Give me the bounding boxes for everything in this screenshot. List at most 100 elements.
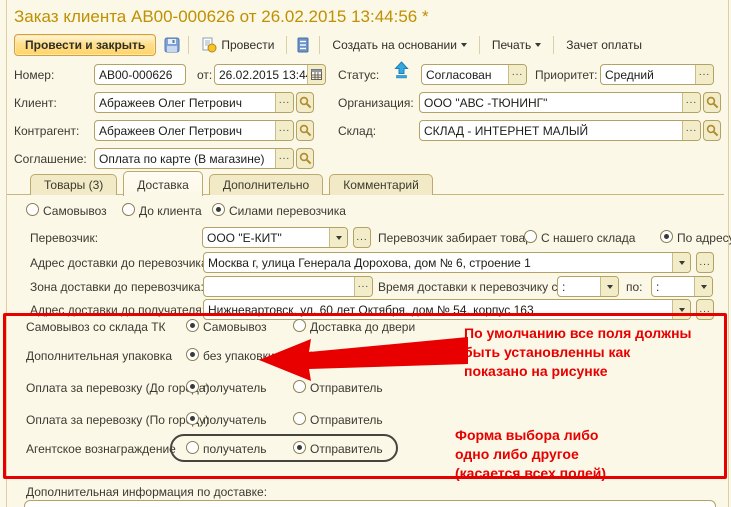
carrier-address-dropdown-button[interactable] [672, 253, 690, 272]
zone-select-button[interactable]: ... [354, 277, 372, 296]
zone-field[interactable]: ... [203, 276, 373, 297]
recipient-address-select-button[interactable]: ... [696, 299, 714, 320]
recipient-address-label: Адрес доставки до получателя: [30, 303, 205, 317]
warehouse-field[interactable]: СКЛАД - ИНТЕРНЕТ МАЛЫЙ ... [419, 120, 701, 141]
payment-offset-button[interactable]: Зачет оплаты [559, 35, 649, 55]
carrier-dropdown-button[interactable] [329, 228, 347, 247]
payment-offset-label: Зачет оплаты [566, 38, 642, 52]
organization-lookup-button[interactable] [703, 92, 721, 113]
print-button[interactable]: Печать [485, 35, 548, 55]
status-change-button[interactable] [394, 61, 409, 82]
agreement-lookup-button[interactable] [296, 148, 314, 169]
radio-tk-pickup-label: Самовывоз [203, 320, 267, 334]
radio-pickup-from-warehouse[interactable] [524, 230, 537, 243]
counterparty-lookup-button[interactable] [296, 120, 314, 141]
carrier-address-field[interactable]: Москва г, улица Генерала Дорохова, дом №… [203, 252, 691, 273]
annotation-note-defaults: По умолчанию все поля должны быть устано… [464, 324, 692, 381]
date-field[interactable]: 26.02.2015 13:44:56 [214, 64, 326, 85]
create-on-basis-button[interactable]: Создать на основании [325, 35, 474, 55]
client-select-button[interactable]: ... [275, 93, 293, 112]
post-and-close-button[interactable]: Провести и закрыть [14, 34, 156, 56]
number-field[interactable]: АВ00-000626 [94, 64, 186, 85]
time-from-dropdown-button[interactable] [600, 277, 618, 296]
organization-select-button[interactable]: ... [682, 93, 700, 112]
tab-additional-label: Дополнительно [223, 178, 309, 192]
counterparty-label: Контрагент: [14, 124, 79, 138]
organization-field[interactable]: ООО "АВС -ТЮНИНГ" ... [419, 92, 701, 113]
chevron-down-icon [336, 236, 342, 240]
save-button[interactable] [161, 35, 183, 55]
chevron-down-icon [679, 308, 685, 312]
radio-to-city-receiver[interactable] [186, 380, 199, 393]
client-field[interactable]: Абражеев Олег Петрович ... [94, 92, 294, 113]
carrier-address-value: Москва г, улица Генерала Дорохова, дом №… [204, 256, 672, 270]
radio-agent-fee-receiver[interactable] [186, 441, 199, 454]
option-packaging-label: Дополнительная упаковка [26, 349, 172, 363]
status-select-button[interactable]: ... [508, 65, 526, 84]
time-from-field[interactable]: : [557, 276, 619, 297]
post-button[interactable]: Провести [194, 34, 281, 56]
agreement-value: Оплата по карте (В магазине) [95, 152, 275, 166]
radio-pickup-by-address-label: По адресу [677, 231, 731, 245]
carrier-address-select-button[interactable]: ... [696, 252, 714, 273]
recipient-address-field[interactable]: Нижневартовск, ул. 60 лет Октября, дом №… [203, 299, 691, 320]
recipient-address-dropdown-button[interactable] [672, 300, 690, 319]
priority-select-button[interactable]: ... [695, 65, 713, 84]
radio-hard-packaging[interactable] [293, 348, 306, 361]
radio-agent-fee-sender[interactable] [293, 441, 306, 454]
counterparty-value: Абражеев Олег Петрович [95, 124, 275, 138]
order-window: Заказ клиента АВ00-000626 от 26.02.2015 … [0, 0, 731, 507]
carrier-select-button[interactable]: ... [353, 227, 371, 248]
radio-to-city-sender-label: Отправитель [310, 381, 383, 395]
warehouse-select-button[interactable]: ... [682, 121, 700, 140]
tab-delivery[interactable]: Доставка [123, 171, 203, 196]
radio-tk-pickup[interactable] [186, 319, 199, 332]
radio-method-to-client[interactable] [122, 203, 135, 216]
form-right-border [728, 0, 729, 507]
tab-comment-label: Комментарий [343, 178, 419, 192]
client-lookup-button[interactable] [296, 92, 314, 113]
status-field[interactable]: Согласован ... [421, 64, 527, 85]
annotation-note-either-or-line2: одно либо другое [455, 445, 606, 464]
radio-no-packaging-label: без упаковки [203, 349, 275, 363]
time-to-label: по: [626, 280, 643, 294]
floppy-icon [164, 37, 180, 53]
priority-field[interactable]: Средний ... [600, 64, 714, 85]
carrier-field[interactable]: ООО "Е-КИТ" [202, 227, 348, 248]
agreement-select-button[interactable]: ... [275, 149, 293, 168]
tab-additional[interactable]: Дополнительно [209, 174, 323, 195]
organization-label: Организация: [338, 96, 414, 110]
form-left-border [6, 0, 7, 507]
tab-comment[interactable]: Комментарий [329, 174, 433, 195]
agreement-label: Соглашение: [14, 152, 87, 166]
agreement-field[interactable]: Оплата по карте (В магазине) ... [94, 148, 294, 169]
radio-method-pickup[interactable] [26, 203, 39, 216]
time-to-dropdown-button[interactable] [694, 277, 712, 296]
radio-tk-door-delivery[interactable] [293, 319, 306, 332]
radio-no-packaging[interactable] [186, 348, 199, 361]
radio-in-city-sender[interactable] [293, 412, 306, 425]
radio-method-by-carrier[interactable] [212, 203, 225, 216]
toolbar: Провести и закрыть Провести [14, 32, 649, 58]
magnifier-icon [706, 124, 719, 137]
chevron-down-icon [679, 261, 685, 265]
chevron-down-icon [461, 43, 467, 47]
warehouse-lookup-button[interactable] [703, 120, 721, 141]
organization-value: ООО "АВС -ТЮНИНГ" [420, 96, 682, 110]
radio-to-city-sender[interactable] [293, 380, 306, 393]
status-up-arrow-icon [394, 61, 409, 79]
register-records-button[interactable] [292, 35, 314, 55]
tab-goods[interactable]: Товары (3) [30, 174, 117, 195]
additional-delivery-info-input[interactable] [24, 500, 716, 507]
time-to-field[interactable]: : [651, 276, 713, 297]
calendar-button[interactable] [307, 65, 325, 84]
magnifier-icon [299, 96, 312, 109]
carrier-address-label: Адрес доставки до перевозчика: [30, 256, 211, 270]
radio-in-city-receiver[interactable] [186, 412, 199, 425]
chevron-down-icon [607, 285, 613, 289]
counterparty-field[interactable]: Абражеев Олег Петрович ... [94, 120, 294, 141]
counterparty-select-button[interactable]: ... [275, 121, 293, 140]
radio-method-pickup-label: Самовывоз [43, 204, 107, 218]
radio-pickup-by-address[interactable] [660, 230, 673, 243]
priority-label: Приоритет: [535, 68, 598, 82]
